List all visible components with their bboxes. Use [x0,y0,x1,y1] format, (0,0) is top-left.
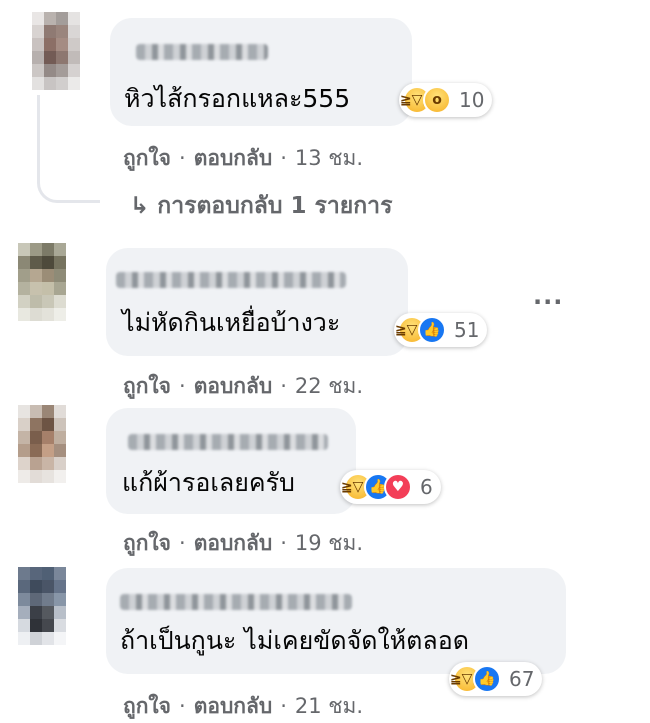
comment-text: ไม่หัดกินเหยื่อบ้างวะ [122,308,341,337]
avatar[interactable] [32,12,80,90]
comment-text: หิวไส้กรอกแหละ555 [124,84,351,113]
reaction-summary[interactable]: ≧▽≦ 👍 67 [449,662,543,696]
reply-button[interactable]: ตอบกลับ [194,694,273,718]
reaction-summary[interactable]: ≧▽≦ 👍 51 [394,313,488,347]
comment-bubble: หิวไส้กรอกแหละ555 [110,18,412,126]
comment-bubble: ถ้าเป็นกูนะ ไม่เคยขัดจัดให้ตลอด [106,568,566,674]
thread-curve [37,160,100,203]
separator: · [179,374,186,398]
like-button[interactable]: ถูกใจ [123,146,171,170]
like-button[interactable]: ถูกใจ [123,694,171,718]
thread-line [37,95,40,165]
avatar[interactable] [18,243,66,321]
comment-actions: ถูกใจ · ตอบกลับ · 22 ชม. [123,370,363,403]
reaction-summary[interactable]: ≧▽≦ 👍 ♥ 6 [340,470,441,504]
reply-button[interactable]: ตอบกลับ [194,531,273,555]
comment-actions: ถูกใจ · ตอบกลับ · 19 ชม. [123,527,363,560]
separator: · [280,146,287,170]
separator: · [280,694,287,718]
comment-text: แก้ผ้ารอเลยครับ [122,468,295,497]
wow-reaction-icon: o [423,86,451,114]
avatar[interactable] [18,567,66,645]
separator: · [280,531,287,555]
like-reaction-icon: 👍 [473,665,501,693]
comment-time[interactable]: 13 ชม. [295,146,363,170]
avatar[interactable] [18,405,66,483]
separator: · [179,694,186,718]
comment-time[interactable]: 21 ชม. [295,694,363,718]
separator: · [179,531,186,555]
comment-time[interactable]: 22 ชม. [295,374,363,398]
comment-time[interactable]: 19 ชม. [295,531,363,555]
comment-bubble: แก้ผ้ารอเลยครับ [106,408,356,514]
view-replies-label: การตอบกลับ 1 รายการ [157,193,393,219]
like-button[interactable]: ถูกใจ [123,531,171,555]
reaction-count: 6 [420,475,433,499]
more-options-icon[interactable]: ··· [533,288,563,316]
reply-button[interactable]: ตอบกลับ [194,374,273,398]
comment-bubble: ไม่หัดกินเหยื่อบ้างวะ [106,248,408,356]
love-reaction-icon: ♥ [384,473,412,501]
reply-arrow-icon: ↳ [130,193,150,219]
comment-actions: ถูกใจ · ตอบกลับ · 13 ชม. [123,142,363,175]
comment-text: ถ้าเป็นกูนะ ไม่เคยขัดจัดให้ตลอด [120,626,469,655]
like-button[interactable]: ถูกใจ [123,374,171,398]
author-name-blurred[interactable] [128,434,328,450]
reaction-count: 51 [454,318,480,342]
author-name-blurred[interactable] [116,272,346,288]
reaction-count: 67 [509,667,535,691]
reply-button[interactable]: ตอบกลับ [194,146,273,170]
author-name-blurred[interactable] [120,594,352,610]
view-replies-link[interactable]: ↳ การตอบกลับ 1 รายการ [130,188,392,224]
author-name-blurred[interactable] [136,44,268,60]
reaction-count: 10 [459,88,485,112]
comment-actions: ถูกใจ · ตอบกลับ · 21 ชม. [123,690,363,723]
separator: · [280,374,287,398]
reaction-summary[interactable]: ≧▽≦ o 10 [399,83,493,117]
like-reaction-icon: 👍 [418,316,446,344]
separator: · [179,146,186,170]
